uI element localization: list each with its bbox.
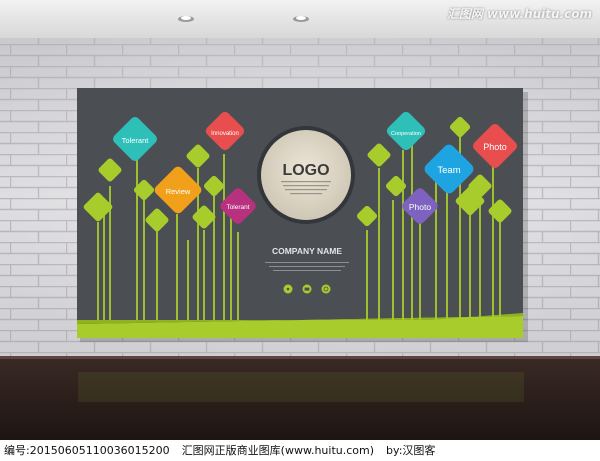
tile-tolerant-top-label: Tolerant [122,136,150,145]
tile-photo-right-label: Photo [483,142,507,152]
company-name: COMPANY NAME [272,246,342,256]
site-credit: 汇图网正版商业图库(www.huitu.com) [181,444,375,457]
tile-cooperation-label: Cooperation [391,131,421,137]
exhibition-wall-scene: Tolerant Innovation Review Tolerant Coop… [0,0,600,440]
logo-circle: LOGO [257,126,355,224]
image-id: 编号:20150605110036015200 [4,444,170,457]
watermark: 汇图网 www.huitu.com [446,7,592,21]
contact-icons [283,284,331,294]
logo-text: LOGO [282,162,329,179]
web-icon [321,284,331,294]
tile-team-label: Team [437,165,460,176]
tile-photo-mid-label: Photo [409,202,431,212]
image-info-footer: 编号:20150605110036015200 汇图网正版商业图库(www.hui… [0,440,600,461]
tile-review-label: Review [166,187,191,196]
tile-innovation-label: Innovation [211,131,239,137]
author-credit: by:汉图客 [386,444,436,457]
tile-tolerant-mid-label: Tolerant [226,204,249,211]
